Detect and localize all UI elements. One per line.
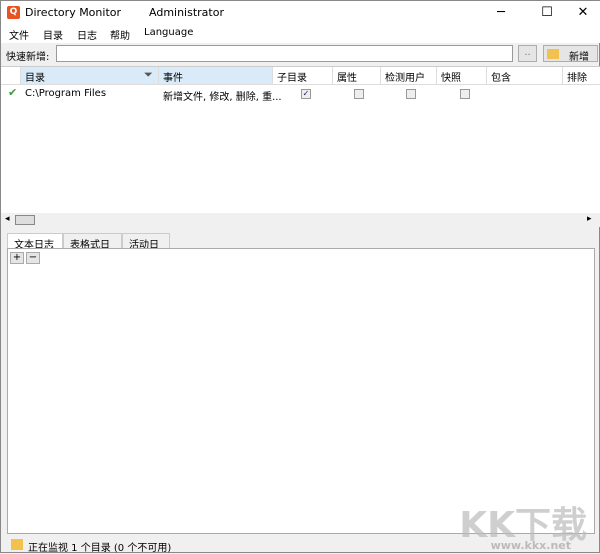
scroll-right-icon[interactable]: ▸: [587, 214, 592, 224]
folder-icon: [11, 539, 23, 550]
expand-button[interactable]: +: [10, 252, 24, 264]
close-button[interactable]: ✕: [563, 1, 600, 24]
header-attributes[interactable]: 属性: [333, 67, 381, 85]
header-detect-user[interactable]: 检测用户: [381, 67, 437, 85]
add-label: 新增: [569, 52, 589, 63]
row-events[interactable]: 新增文件, 修改, 删除, 重...: [163, 88, 282, 103]
browse-button[interactable]: ..: [518, 45, 537, 62]
menu-file[interactable]: 文件: [9, 27, 29, 42]
detect-user-checkbox[interactable]: [406, 89, 416, 99]
row-directory[interactable]: C:\Program Files: [25, 88, 106, 99]
watermark-url: www.kkx.net: [490, 539, 571, 552]
menu-directory[interactable]: 目录: [43, 27, 63, 42]
header-subdirs[interactable]: 子目录: [273, 67, 333, 85]
menu-help[interactable]: 帮助: [110, 27, 130, 42]
quick-add-input[interactable]: [56, 45, 513, 62]
maximize-button[interactable]: ☐: [527, 1, 567, 24]
horizontal-scrollbar[interactable]: [1, 213, 600, 227]
tab-activity-log[interactable]: 活动日志: [122, 233, 170, 266]
snapshot-checkbox[interactable]: [460, 89, 470, 99]
status-text: 正在监视 1 个目录 (0 个不可用): [28, 543, 172, 554]
check-status-icon: ✔: [8, 86, 18, 99]
scroll-left-icon[interactable]: ◂: [5, 214, 10, 224]
app-icon: Q: [7, 6, 20, 19]
folder-icon: [547, 49, 559, 59]
scroll-thumb[interactable]: [15, 215, 35, 225]
header-exclude[interactable]: 排除: [563, 67, 600, 85]
tab-table-log[interactable]: 表格式日志: [63, 233, 122, 266]
header-events[interactable]: 事件: [159, 67, 273, 85]
menu-log[interactable]: 日志: [77, 27, 97, 42]
filter-icon[interactable]: ⏷: [144, 68, 153, 82]
window-title: Directory Monitor: [25, 6, 122, 19]
collapse-button[interactable]: −: [26, 252, 40, 264]
attributes-checkbox[interactable]: [354, 89, 364, 99]
header-status: [1, 67, 21, 85]
subdirs-checkbox[interactable]: ✓: [301, 89, 311, 99]
window-user: Administrator: [149, 6, 224, 19]
header-include[interactable]: 包含: [487, 67, 563, 85]
header-directory[interactable]: 目录: [21, 67, 159, 85]
quick-add-label: 快速新增:: [6, 52, 50, 63]
add-button[interactable]: 新增: [543, 45, 598, 63]
header-snapshot[interactable]: 快照: [437, 67, 487, 85]
minimize-button[interactable]: ─: [481, 1, 521, 24]
log-panel: [7, 248, 595, 534]
menu-language[interactable]: Language: [144, 27, 193, 38]
